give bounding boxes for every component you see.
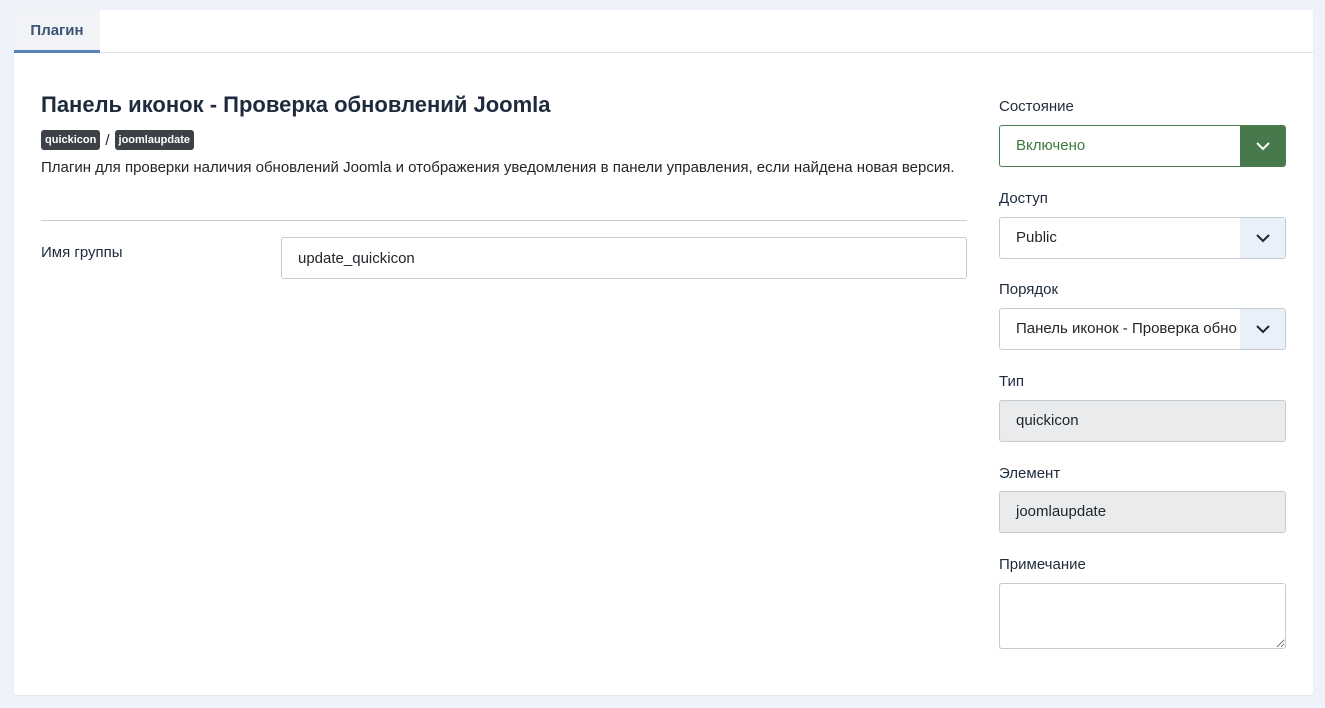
state-select[interactable]: Включено [999,125,1286,167]
tab-bar: Плагин [14,10,1313,53]
plugin-badges: quickicon / joomlaupdate [41,130,195,150]
note-textarea[interactable] [999,583,1286,649]
folder-badge: quickicon [41,130,101,150]
type-field: quickicon [999,400,1286,442]
page-title: Панель иконок - Проверка обновлений Joom… [41,92,551,117]
type-label: Тип [999,373,1025,390]
access-label: Доступ [999,190,1048,207]
access-value: Public [1016,229,1057,246]
ordering-select[interactable]: Панель иконок - Проверка обновлений Joom… [999,308,1286,350]
chevron-down-icon [1240,218,1285,258]
element-field: joomlaupdate [999,491,1286,533]
access-select[interactable]: Public [999,217,1286,259]
state-value: Включено [1016,137,1086,154]
state-label: Состояние [999,98,1074,115]
chevron-down-icon [1240,309,1285,349]
group-name-label: Имя группы [41,244,123,261]
plugin-card: Плагин Панель иконок - Проверка обновлен… [14,10,1313,695]
chevron-down-icon [1240,126,1285,166]
element-label: Элемент [999,465,1061,482]
tab-plugin[interactable]: Плагин [14,10,100,53]
badge-separator: / [105,131,110,149]
ordering-label: Порядок [999,281,1059,298]
group-name-input[interactable] [281,237,967,279]
plugin-description: Плагин для проверки наличия обновлений J… [41,159,955,176]
note-label: Примечание [999,556,1086,573]
ordering-value: Панель иконок - Проверка обновлений Joom… [1016,320,1238,337]
divider [41,220,967,221]
element-badge: joomlaupdate [114,130,195,150]
